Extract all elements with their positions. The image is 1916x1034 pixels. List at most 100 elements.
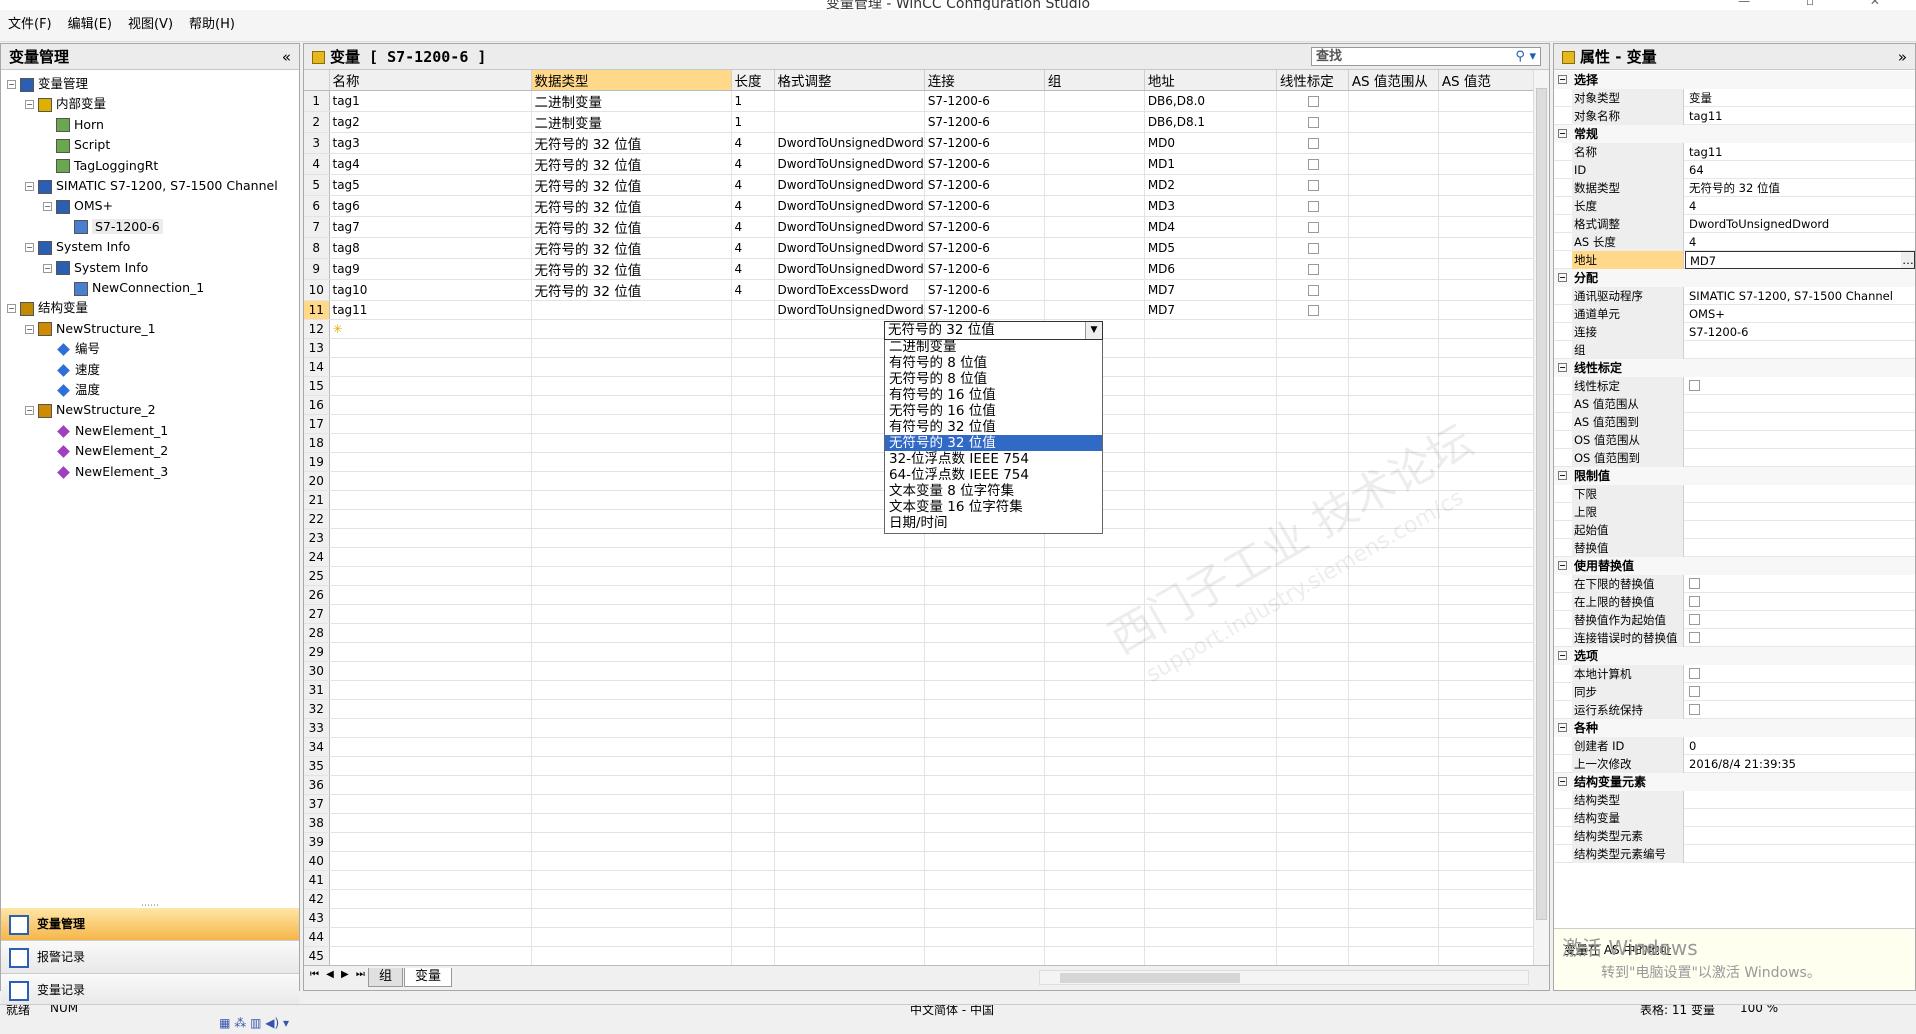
tree-item-newconnection-1[interactable]: NewConnection_1 [61,278,204,298]
row-number[interactable]: 42 [304,889,330,909]
empty-cell[interactable] [329,338,532,358]
cell-fmt[interactable]: DwordToUnsignedDword [774,300,925,320]
empty-cell[interactable] [1348,585,1439,605]
empty-cell[interactable] [1044,756,1145,776]
row-number[interactable]: 12 [304,319,330,339]
empty-cell[interactable] [1348,851,1439,871]
cell-fmt[interactable]: DwordToUnsignedDword [774,216,925,238]
empty-cell[interactable] [731,452,775,472]
cell-name[interactable]: tag10 [329,279,532,301]
empty-cell[interactable] [1438,737,1534,757]
row-number[interactable]: 30 [304,661,330,681]
empty-cell[interactable] [731,756,775,776]
empty-cell[interactable] [774,946,925,965]
empty-cell[interactable] [1144,585,1277,605]
row-number[interactable]: 41 [304,870,330,890]
table-row[interactable]: 5 tag5 无符号的 32 位值 4 DwordToUnsignedDword S7-1… [304,174,1534,196]
empty-cell[interactable] [731,490,775,510]
menu-item-3[interactable]: 帮助(H) [181,10,243,40]
cell-name[interactable]: tag7 [329,216,532,238]
cell-as-range-to[interactable] [1438,90,1534,112]
empty-cell[interactable] [1044,908,1145,928]
empty-cell[interactable] [731,471,775,491]
property-row[interactable]: 同步 [1554,683,1915,701]
row-number[interactable]: 27 [304,604,330,624]
row-number[interactable]: 5 [304,174,330,196]
cell-type[interactable]: 无符号的 32 位值 [531,216,732,238]
empty-cell[interactable] [329,566,532,586]
empty-cell[interactable] [1044,946,1145,965]
column-header[interactable]: AS 值范围从 [1348,70,1439,91]
property-row[interactable]: 结构变量 [1554,809,1915,827]
cell-type[interactable] [531,300,732,320]
tab-tags[interactable]: 变量 [404,968,453,987]
empty-cell[interactable] [1438,566,1534,586]
empty-cell[interactable] [329,357,532,377]
cell-as-range-to[interactable] [1438,279,1534,301]
column-header[interactable]: AS 值范 [1438,70,1534,91]
empty-cell[interactable] [1438,338,1534,358]
property-row[interactable]: 创建者 ID 0 [1554,737,1915,755]
property-row[interactable]: AS 值范围从 [1554,395,1915,413]
empty-cell[interactable] [1348,680,1439,700]
row-number[interactable]: 20 [304,471,330,491]
vertical-scrollbar[interactable] [1533,70,1549,965]
dropdown-option[interactable]: 有符号的 8 位值 [885,355,1102,371]
empty-cell[interactable] [1438,756,1534,776]
tree-item-horn[interactable]: Horn [43,115,104,135]
cell-name[interactable]: tag5 [329,174,532,196]
empty-cell[interactable] [1044,642,1145,662]
column-header[interactable]: 线性标定 [1276,70,1349,91]
empty-cell[interactable] [1144,889,1277,909]
empty-cell[interactable] [531,623,732,643]
menu-item-0[interactable]: 文件(F) [0,10,60,40]
empty-cell[interactable] [1348,623,1439,643]
cell-as-range-from[interactable] [1348,216,1439,238]
empty-cell[interactable] [531,395,732,415]
cell-as-range-to[interactable] [1438,153,1534,175]
empty-cell[interactable] [1348,471,1439,491]
empty-cell[interactable] [924,718,1045,738]
cell-grp[interactable] [1044,237,1145,259]
empty-cell[interactable] [1276,414,1349,434]
empty-cell[interactable] [1438,452,1534,472]
row-number[interactable]: 18 [304,433,330,453]
empty-cell[interactable] [531,908,732,928]
row-number[interactable]: 32 [304,699,330,719]
empty-cell[interactable] [731,604,775,624]
cell-conn[interactable]: S7-1200-6 [924,258,1045,280]
empty-cell[interactable] [1348,604,1439,624]
empty-cell[interactable] [531,756,732,776]
empty-cell[interactable] [329,737,532,757]
empty-cell[interactable] [1348,661,1439,681]
nav-tag-logging[interactable]: 变量记录 [1,974,299,1007]
empty-cell[interactable] [1438,642,1534,662]
row-number[interactable]: 14 [304,357,330,377]
cell-as-range-to[interactable] [1438,237,1534,259]
property-value[interactable]: 64 [1685,161,1915,179]
tree-item-oms-[interactable]: − OMS+ [43,196,113,216]
cell-type[interactable]: 无符号的 32 位值 [531,237,732,259]
property-value[interactable] [1685,593,1915,611]
property-row[interactable]: 上限 [1554,503,1915,521]
empty-cell[interactable] [1348,490,1439,510]
empty-row[interactable]: 38 [304,813,1534,833]
nav-shortcut-icons[interactable]: ▦ ⁂ ▥ ◀) ▾ [219,1016,289,1030]
tree-item-tagloggingrt[interactable]: TagLoggingRt [43,156,158,176]
empty-cell[interactable] [774,927,925,947]
empty-cell[interactable] [531,642,732,662]
empty-cell[interactable] [731,832,775,852]
table-row[interactable]: 11 tag11 DwordToUnsignedDword S7-1200-6 MD7 [304,300,1534,320]
empty-cell[interactable] [329,832,532,852]
cell-grp[interactable] [1044,216,1145,238]
empty-cell[interactable] [1438,471,1534,491]
property-value[interactable] [1685,701,1915,719]
empty-cell[interactable] [531,813,732,833]
empty-cell[interactable] [1276,718,1349,738]
empty-cell[interactable] [731,927,775,947]
empty-cell[interactable] [1276,623,1349,643]
cell-addr[interactable]: DB6,D8.1 [1144,111,1277,133]
empty-cell[interactable] [731,509,775,529]
empty-cell[interactable] [531,490,732,510]
empty-cell[interactable] [774,851,925,871]
